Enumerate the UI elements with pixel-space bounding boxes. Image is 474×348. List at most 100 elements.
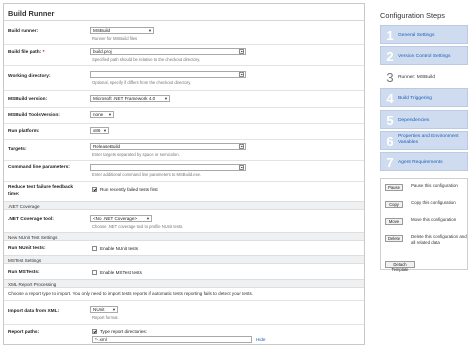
coverage-tool-hint: Choose .NET coverage tool to profile NUn…: [92, 224, 184, 229]
run-platform-select[interactable]: x86 ▼: [90, 127, 109, 134]
import-xml-hint: Report format.: [92, 315, 119, 320]
hide-link[interactable]: Hide: [256, 337, 265, 342]
tools-version-value: none: [93, 112, 104, 117]
pause-button[interactable]: Pause: [385, 184, 403, 191]
build-runner-panel: Build Runner Build runner: MSBuild ▼ Run…: [3, 3, 365, 345]
expand-icon[interactable]: [239, 49, 244, 54]
step-build-triggering[interactable]: 4 Build Triggering: [380, 88, 468, 107]
report-note: Choose a report type to import. You only…: [8, 291, 254, 296]
report-paths-option: Type report directories:: [100, 329, 147, 334]
divider: [4, 90, 364, 91]
step-number: 4: [386, 91, 394, 106]
msbuild-version-label: MSBuild version:: [8, 97, 48, 102]
expand-icon[interactable]: [239, 144, 244, 149]
reduce-time-label-2: time:: [8, 192, 20, 197]
import-xml-select[interactable]: NUnit ▼: [90, 306, 118, 313]
expand-icon[interactable]: [239, 72, 244, 77]
cmd-params-input[interactable]: [90, 164, 246, 171]
detach-template-button[interactable]: Detach Template: [385, 261, 415, 272]
build-runner-label: Build runner:: [8, 29, 39, 34]
divider: [4, 181, 364, 182]
msbuild-version-value: Microsoft .NET Framework 4.0: [93, 96, 156, 101]
coverage-tool-label: .NET Coverage tool:: [8, 217, 54, 222]
coverage-tool-select[interactable]: <No .NET Coverage> ▼: [90, 215, 152, 222]
step-number: 2: [386, 49, 394, 64]
expand-icon[interactable]: [239, 165, 244, 170]
divider: [4, 139, 364, 140]
tools-version-label: MSBuild ToolsVersion:: [8, 113, 60, 118]
required-mark: *: [42, 50, 45, 55]
move-description: Move this configuration: [411, 217, 457, 222]
reduce-time-label-1: Reduce test failure feedback: [8, 185, 74, 190]
step-number: 5: [386, 113, 394, 128]
run-mstests-label: Run MSTests:: [8, 270, 40, 275]
build-file-value: build.proj: [93, 49, 112, 54]
report-paths-checkbox[interactable]: [92, 329, 97, 334]
step-properties[interactable]: 6 Properties and Environment Variables: [380, 131, 468, 150]
reduce-time-checkbox[interactable]: [92, 187, 97, 192]
section-mstest-header: MSTest Settings: [4, 255, 364, 264]
build-file-input[interactable]: build.proj: [90, 48, 246, 55]
cmd-params-hint: Enter additional command line parameters…: [92, 172, 202, 177]
copy-description: Copy this configuration: [411, 200, 456, 205]
run-mstests-option: Enable MSTest tests: [100, 270, 142, 275]
reduce-time-option: Run recently failed tests first: [100, 187, 158, 192]
step-number: 3: [386, 70, 394, 85]
run-mstests-checkbox[interactable]: [92, 270, 97, 275]
working-dir-label: Working directory:: [8, 74, 51, 79]
working-dir-hint: Optional, specify if differs from the ch…: [92, 80, 192, 85]
build-runner-hint: Runner for MSBuild files: [92, 36, 138, 41]
delete-description: Delete this configuration and all relate…: [411, 234, 467, 245]
step-dependencies[interactable]: 5 Dependencies: [380, 110, 468, 129]
divider: [4, 300, 364, 301]
pause-description: Pause this configuration: [411, 183, 458, 188]
step-label: Build Triggering: [398, 96, 432, 101]
working-dir-input[interactable]: [90, 71, 246, 78]
chevron-down-icon: ▼: [164, 96, 168, 101]
build-runner-select[interactable]: MSBuild ▼: [90, 27, 154, 34]
run-nunit-checkbox[interactable]: [92, 246, 97, 251]
build-runner-value: MSBuild: [93, 28, 111, 33]
divider: [4, 65, 364, 66]
divider: [4, 107, 364, 108]
run-platform-value: x86: [93, 128, 101, 133]
report-paths-input[interactable]: *-.xml: [92, 336, 252, 343]
targets-label: Targets:: [8, 147, 27, 152]
step-label: General Settings: [398, 33, 435, 38]
divider: [4, 123, 364, 124]
step-label: Properties and Environment Variables: [398, 134, 459, 145]
step-runner-current: 3 Runner: MSBuild: [380, 67, 468, 86]
divider: [4, 324, 364, 325]
report-paths-value: *-.xml: [95, 337, 107, 342]
step-version-control[interactable]: 2 Version Control Settings: [380, 46, 468, 65]
page-title: Build Runner: [4, 4, 364, 21]
divider: [4, 160, 364, 161]
step-label: Agent Requirements: [398, 160, 443, 165]
step-general-settings[interactable]: 1 General Settings: [380, 25, 468, 44]
chevron-down-icon: ▼: [146, 216, 150, 221]
section-report-header: XML Report Processing: [4, 279, 364, 288]
configuration-steps-title: Configuration Steps: [380, 11, 445, 20]
targets-hint: Enter targets separated by space or semi…: [92, 152, 180, 157]
chevron-down-icon: ▼: [108, 112, 112, 117]
delete-button[interactable]: Delete: [385, 235, 403, 242]
build-file-hint: Specified path should be relative to the…: [92, 57, 201, 62]
section-nunit-header: New NUnit Test Settings: [4, 232, 364, 241]
section-coverage-header: .NET Coverage: [4, 201, 364, 210]
targets-input[interactable]: ReleaseBuild: [90, 143, 246, 150]
run-nunit-option: Enable NUnit tests: [100, 246, 139, 251]
import-xml-value: NUnit: [93, 307, 105, 312]
tools-version-select[interactable]: none ▼: [90, 111, 114, 118]
copy-button[interactable]: Copy: [385, 201, 403, 208]
divider: [4, 44, 364, 45]
msbuild-version-select[interactable]: Microsoft .NET Framework 4.0 ▼: [90, 95, 170, 102]
step-number: 6: [386, 134, 394, 149]
build-file-label: Build file path: *: [8, 50, 45, 55]
cmd-params-label: Command line parameters:: [8, 165, 70, 170]
step-label: Version Control Settings: [398, 54, 451, 59]
step-agent-requirements[interactable]: 7 Agent Requirements: [380, 152, 468, 171]
chevron-down-icon: ▼: [112, 307, 116, 312]
step-number: 1: [386, 28, 394, 43]
import-xml-label: Import data from XML:: [8, 309, 60, 314]
move-button[interactable]: Move: [385, 218, 403, 225]
